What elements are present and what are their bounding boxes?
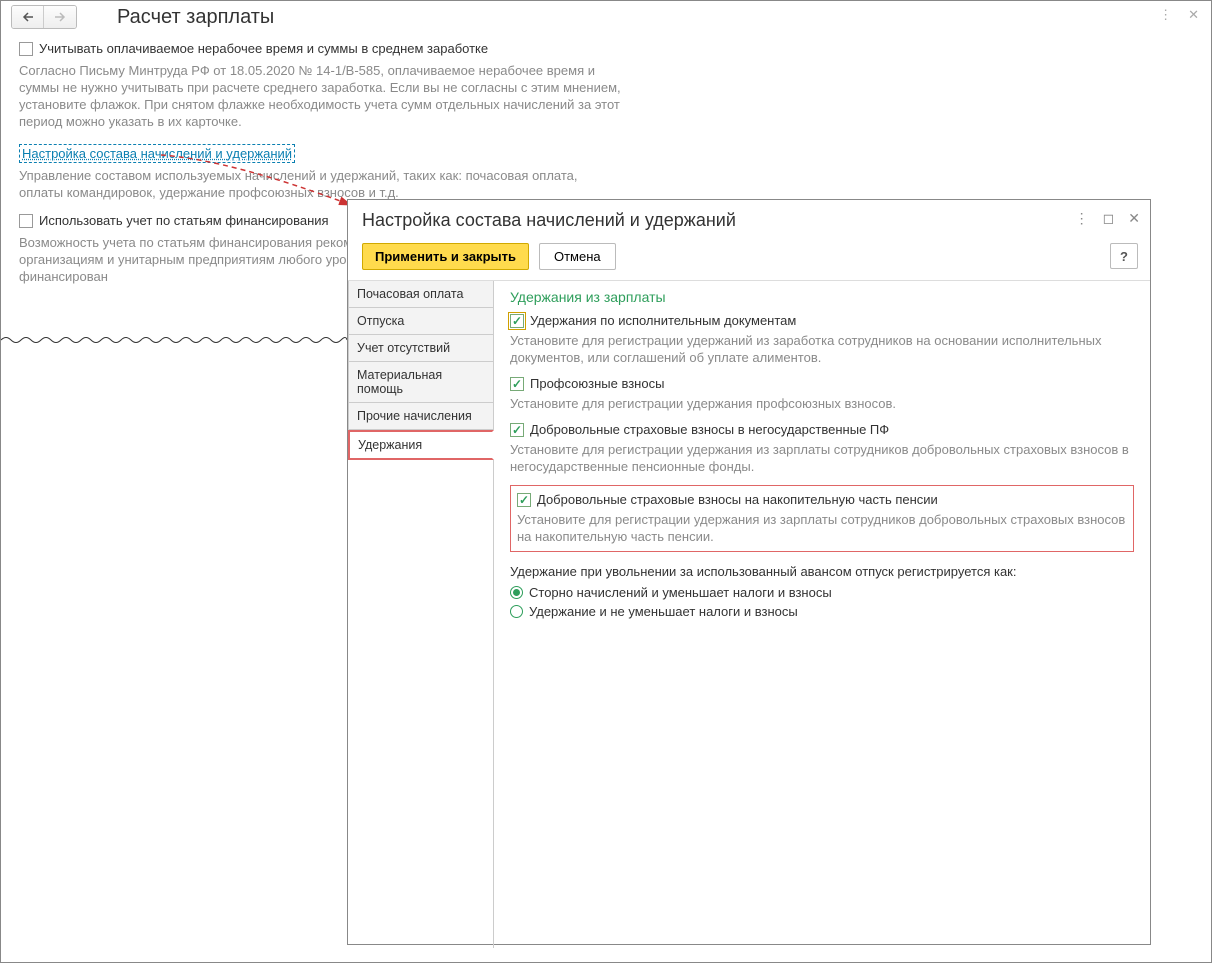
- dialog-header: Настройка состава начислений и удержаний…: [348, 200, 1150, 233]
- radio-option-storno[interactable]: Сторно начислений и уменьшает налоги и в…: [510, 585, 1134, 600]
- close-icon[interactable]: ✕: [1128, 210, 1140, 227]
- maximize-icon[interactable]: ◻: [1103, 210, 1115, 227]
- dialog-tabs: Почасовая оплата Отпуска Учет отсутствий…: [348, 281, 494, 948]
- apply-close-button[interactable]: Применить и закрыть: [362, 243, 529, 270]
- window-controls: ⋮ ✕: [1159, 7, 1199, 23]
- dismissal-deduction-question: Удержание при увольнении за использованн…: [510, 564, 1134, 579]
- checkbox-label: Использовать учет по статьям финансирова…: [39, 213, 329, 228]
- option-description: Установите для регистрации удержания из …: [517, 511, 1127, 545]
- option-voluntary-npf: ✓ Добровольные страховые взносы в негосу…: [510, 422, 1134, 475]
- option-executive-docs: ✓ Удержания по исполнительным документам…: [510, 313, 1134, 366]
- checkbox-checked-icon[interactable]: ✓: [510, 423, 524, 437]
- forward-button[interactable]: [44, 6, 76, 28]
- pane-title: Удержания из зарплаты: [510, 289, 1134, 305]
- tab-vacations[interactable]: Отпуска: [348, 308, 493, 335]
- help-button[interactable]: ?: [1110, 243, 1138, 269]
- tab-absences[interactable]: Учет отсутствий: [348, 335, 493, 362]
- option-label: Добровольные страховые взносы на накопит…: [537, 492, 938, 507]
- option-include-paid-nonworking[interactable]: Учитывать оплачиваемое нерабочее время и…: [19, 41, 1193, 56]
- radio-label: Удержание и не уменьшает налоги и взносы: [529, 604, 798, 619]
- option-description: Установите для регистрации удержания из …: [510, 441, 1134, 475]
- tab-material-help[interactable]: Материальная помощь: [348, 362, 493, 403]
- tab-other-accruals[interactable]: Прочие начисления: [348, 403, 493, 430]
- torn-edge-decoration: [1, 333, 347, 347]
- checkbox-checked-icon[interactable]: ✓: [510, 314, 524, 328]
- back-button[interactable]: [12, 6, 44, 28]
- dialog-body: Почасовая оплата Отпуска Учет отсутствий…: [348, 280, 1150, 948]
- close-icon[interactable]: ✕: [1188, 7, 1199, 23]
- option-label: Удержания по исполнительным документам: [530, 313, 796, 328]
- option-voluntary-savings-pension: ✓ Добровольные страховые взносы на накоп…: [510, 485, 1134, 552]
- link-description: Управление составом используемых начисле…: [19, 167, 609, 201]
- option-label: Профсоюзные взносы: [530, 376, 664, 391]
- checkbox-icon[interactable]: [19, 214, 33, 228]
- option-description: Установите для регистрации удержаний из …: [510, 332, 1134, 366]
- more-icon[interactable]: ⋮: [1075, 210, 1089, 227]
- checkbox-checked-icon[interactable]: ✓: [517, 493, 531, 507]
- option-description: Согласно Письму Минтруда РФ от 18.05.202…: [19, 62, 629, 130]
- topbar: Расчет зарплаты ⋮ ✕: [1, 1, 1211, 33]
- radio-option-deduction[interactable]: Удержание и не уменьшает налоги и взносы: [510, 604, 1134, 619]
- dialog-pane: Удержания из зарплаты ✓ Удержания по исп…: [494, 281, 1150, 948]
- dialog-toolbar: Применить и закрыть Отмена ?: [348, 233, 1150, 280]
- dialog-title: Настройка состава начислений и удержаний: [362, 210, 736, 231]
- tab-deductions[interactable]: Удержания: [348, 430, 494, 460]
- checkbox-icon[interactable]: [19, 42, 33, 56]
- checkbox-checked-icon[interactable]: ✓: [510, 377, 524, 391]
- dialog-window-controls: ⋮ ◻ ✕: [1075, 210, 1140, 227]
- checkbox-label: Учитывать оплачиваемое нерабочее время и…: [39, 41, 488, 56]
- option-union-fees: ✓ Профсоюзные взносы Установите для реги…: [510, 376, 1134, 412]
- option-label: Добровольные страховые взносы в негосуда…: [530, 422, 889, 437]
- cancel-button[interactable]: Отмена: [539, 243, 616, 270]
- link-configure-accruals[interactable]: Настройка состава начислений и удержаний: [19, 144, 295, 163]
- tab-hourly-pay[interactable]: Почасовая оплата: [348, 281, 493, 308]
- radio-label: Сторно начислений и уменьшает налоги и в…: [529, 585, 832, 600]
- radio-selected-icon[interactable]: [510, 586, 523, 599]
- more-icon[interactable]: ⋮: [1159, 7, 1172, 23]
- radio-unselected-icon[interactable]: [510, 605, 523, 618]
- option-description: Установите для регистрации удержания про…: [510, 395, 1134, 412]
- dialog-accruals-config: Настройка состава начислений и удержаний…: [347, 199, 1151, 945]
- page-title: Расчет зарплаты: [117, 6, 274, 29]
- nav-buttons: [11, 5, 77, 29]
